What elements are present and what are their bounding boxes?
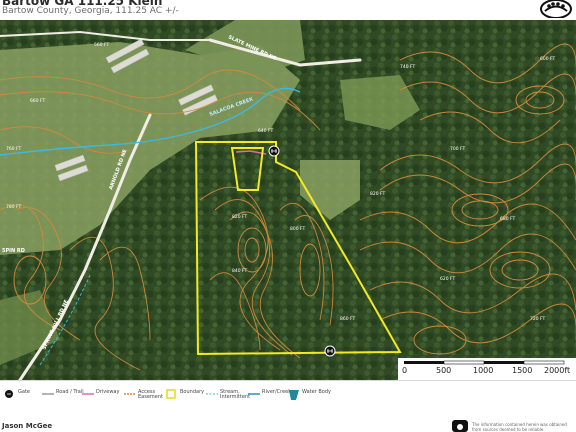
- legend-label: River/Creek: [262, 389, 292, 395]
- map-header: Bartow GA 111.25 Klein Bartow County, Ge…: [0, 0, 576, 20]
- brand-mark-icon: [452, 420, 468, 432]
- road-label: 5PIN RD: [2, 248, 25, 254]
- gate-icon[interactable]: [268, 145, 280, 157]
- scale-tick: 2000ft: [544, 366, 570, 375]
- disclaimer-text: The information contained herein was obt…: [472, 422, 567, 432]
- agent-name: Jason McGee: [2, 422, 53, 430]
- contour-label: 760 FT: [6, 146, 22, 152]
- legend-label: Driveway: [96, 389, 120, 395]
- map-subtitle: Bartow County, Georgia, 111.25 AC +/-: [2, 6, 179, 16]
- scale-tick: 1500: [512, 366, 532, 375]
- legend-label: Access Easement: [138, 389, 163, 400]
- contour-label: 800 FT: [290, 226, 306, 232]
- contour-label: 780 FT: [6, 204, 22, 210]
- legend-label: Stream, Intermittent: [220, 389, 251, 400]
- aerial-map: SLATE MINE RD NE ARNOLD RD NE SPRING HIL…: [0, 20, 576, 380]
- contour-label: 560 FT: [94, 42, 110, 48]
- contour-label: 820 FT: [232, 214, 248, 220]
- contour-label: 640 FT: [258, 128, 274, 134]
- contour-label: 680 FT: [500, 216, 516, 222]
- contour-label: 740 FT: [400, 64, 416, 70]
- legend-label: Water Body: [302, 389, 331, 395]
- gate-icon[interactable]: [324, 345, 336, 357]
- brand-logo-icon: [540, 0, 572, 18]
- contour-label: 840 FT: [232, 268, 248, 274]
- legend-label: Boundary: [180, 389, 205, 395]
- contour-label: 620 FT: [440, 276, 456, 282]
- legend-label: Gate: [18, 389, 30, 395]
- road-line-icon: [42, 393, 54, 395]
- map-footer: Jason McGee The information contained he…: [0, 406, 576, 432]
- water-body-icon: [289, 390, 299, 400]
- easement-line-icon: [124, 393, 136, 395]
- map-legend: Gate Road / Trail Driveway Access Easeme…: [0, 380, 576, 407]
- scale-tick: 500: [436, 366, 451, 375]
- driveway-line-icon: [82, 393, 94, 395]
- map-canvas[interactable]: SLATE MINE RD NE ARNOLD RD NE SPRING HIL…: [0, 20, 576, 380]
- legend-label: Road / Trail: [56, 389, 84, 395]
- contour-label: 700 FT: [450, 146, 466, 152]
- boundary-icon: [166, 389, 176, 399]
- contour-label: 820 FT: [370, 191, 386, 197]
- scale-tick: 0: [402, 366, 407, 375]
- contour-label: 860 FT: [340, 316, 356, 322]
- scale-bar: 0 500 1000 1500 2000ft: [398, 358, 576, 380]
- stream-icon: [206, 393, 218, 395]
- contour-label: 660 FT: [30, 98, 46, 104]
- gate-icon: [5, 390, 13, 398]
- contour-label: 600 FT: [540, 56, 556, 62]
- scale-tick: 1000: [473, 366, 493, 375]
- river-icon: [248, 393, 260, 395]
- contour-label: 720 FT: [530, 316, 546, 322]
